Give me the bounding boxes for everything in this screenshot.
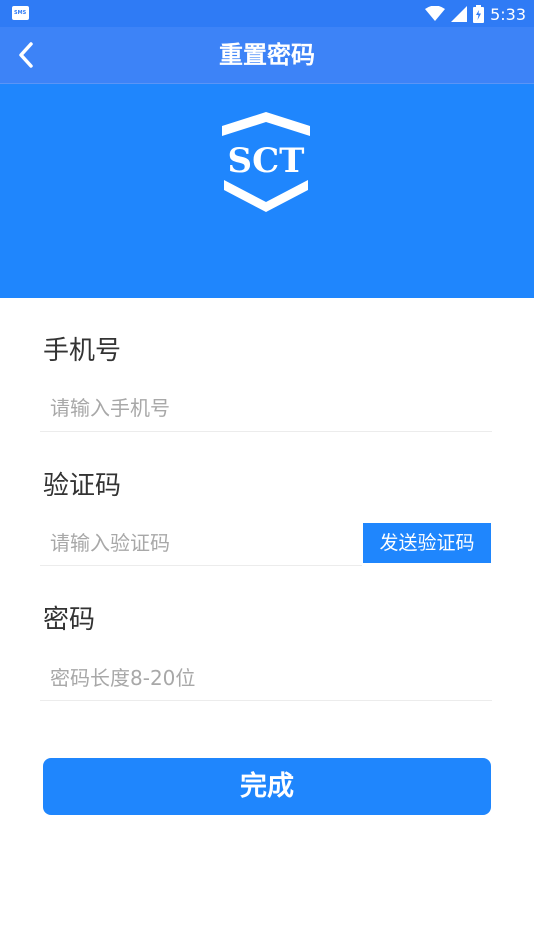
send-code-button[interactable]: 发送验证码 — [363, 523, 491, 563]
nav-bar: 重置密码 — [0, 27, 534, 84]
password-divider — [40, 700, 492, 701]
page-title: 重置密码 — [219, 41, 315, 69]
password-input[interactable] — [40, 655, 492, 701]
header-banner: SCT — [0, 84, 534, 298]
phone-label: 手机号 — [43, 336, 122, 366]
status-time: 5:33 — [490, 4, 526, 24]
sms-icon: SMS — [12, 6, 29, 20]
phone-divider — [40, 431, 492, 432]
battery-icon — [473, 5, 485, 23]
wifi-icon — [425, 6, 446, 21]
logo-text: SCT — [228, 141, 305, 181]
submit-button[interactable]: 完成 — [43, 758, 491, 815]
signal-icon — [451, 6, 468, 22]
sct-logo: SCT — [222, 112, 310, 212]
status-bar: SMS 5:33 — [0, 0, 534, 27]
status-icons: 5:33 — [425, 3, 526, 25]
code-input[interactable] — [40, 520, 358, 566]
password-label: 密码 — [43, 605, 96, 635]
code-label: 验证码 — [43, 471, 122, 501]
phone-input[interactable] — [40, 385, 492, 431]
code-divider — [40, 565, 362, 566]
